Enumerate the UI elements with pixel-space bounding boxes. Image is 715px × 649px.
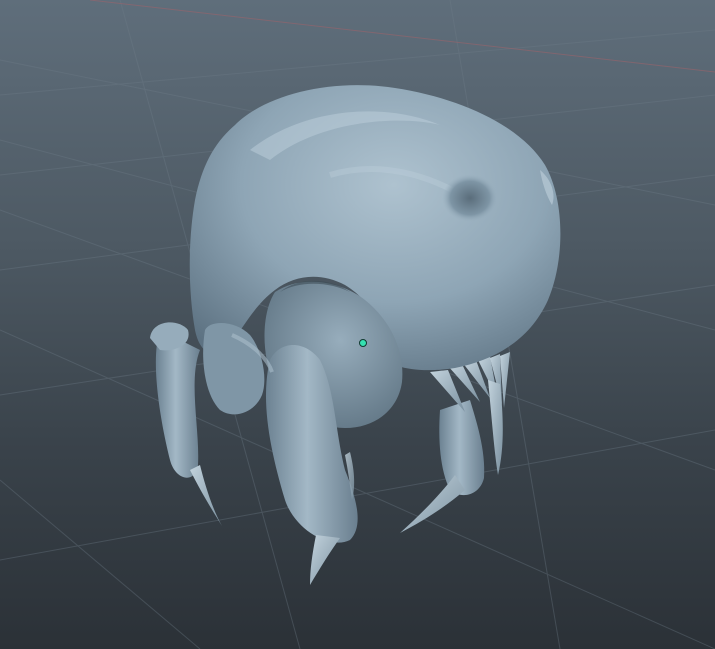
right-leg[interactable] bbox=[400, 400, 485, 533]
front-leg-claw bbox=[310, 535, 340, 585]
3d-viewport[interactable] bbox=[0, 0, 715, 649]
eye-socket bbox=[442, 174, 498, 222]
creature-model[interactable] bbox=[150, 85, 561, 585]
right-leg-claw bbox=[400, 475, 465, 533]
viewport-canvas[interactable] bbox=[0, 0, 715, 649]
left-leg-claw bbox=[190, 465, 222, 526]
pivot-dot-icon[interactable] bbox=[359, 339, 367, 347]
x-axis-line bbox=[89, 0, 715, 73]
